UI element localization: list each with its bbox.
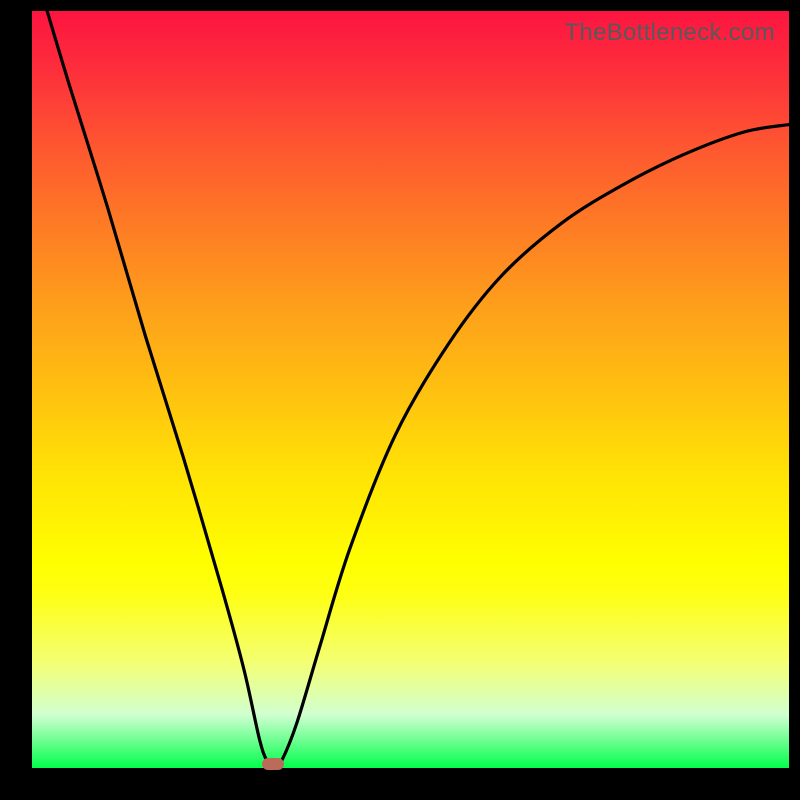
watermark-text: TheBottleneck.com: [564, 19, 775, 47]
plot-area: TheBottleneck.com: [32, 11, 789, 768]
bottleneck-curve: [32, 11, 789, 768]
optimal-point-marker: [262, 758, 284, 770]
curve-path: [47, 11, 789, 768]
chart-frame: TheBottleneck.com: [0, 0, 800, 800]
